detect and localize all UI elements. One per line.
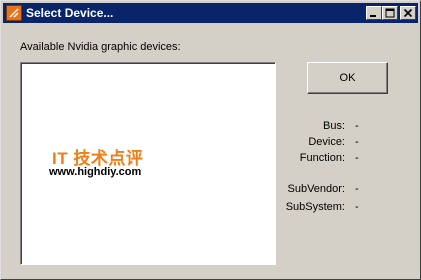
device-value: - <box>355 136 359 148</box>
title-bar[interactable]: Select Device... <box>3 3 418 23</box>
device-list[interactable]: IT 技术点评 www.highdiy.com <box>20 62 276 265</box>
subvendor-label: SubVendor: <box>287 183 346 195</box>
device-label: Device: <box>308 136 345 148</box>
window-title: Select Device... <box>26 6 114 20</box>
devices-label: Available Nvidia graphic devices: <box>20 41 181 53</box>
select-device-window: Select Device... Available Nvidia graphi… <box>0 0 421 280</box>
subvendor-value: - <box>355 183 359 195</box>
minimize-button[interactable] <box>366 6 382 20</box>
maximize-button[interactable] <box>382 6 398 20</box>
subsystem-label: SubSystem: <box>285 201 345 213</box>
bus-label: Bus: <box>322 120 345 132</box>
app-icon <box>6 5 22 21</box>
watermark-url: www.highdiy.com <box>49 166 142 178</box>
device-list-area[interactable]: IT 技术点评 www.highdiy.com <box>21 63 275 264</box>
function-value: - <box>355 152 359 164</box>
ok-button[interactable]: OK <box>307 62 388 94</box>
function-label: Function: <box>299 152 345 164</box>
close-button[interactable] <box>400 6 416 20</box>
bus-value: - <box>355 120 359 132</box>
subsystem-value: - <box>355 201 359 213</box>
